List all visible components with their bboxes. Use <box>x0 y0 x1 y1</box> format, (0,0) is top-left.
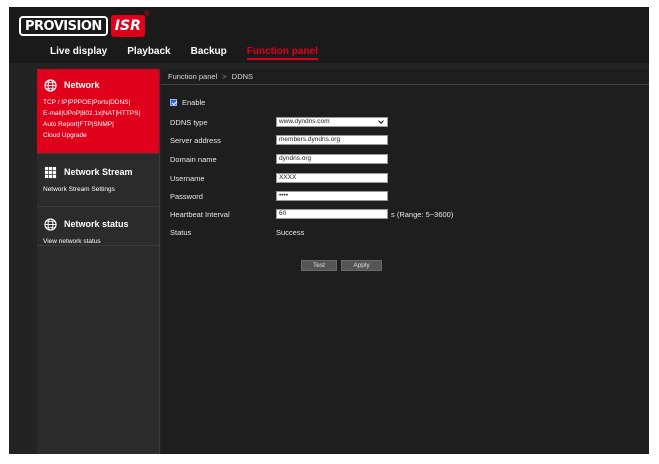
ddns-type-label: DDNS type <box>170 117 208 127</box>
breadcrumb: Function panel > DDNS <box>161 69 649 85</box>
sidebar-section-network[interactable]: Network TCP / IP|PPPOE|Ports|DDNS| E-mai… <box>37 69 159 154</box>
enable-row: Enable <box>170 98 205 107</box>
nav-playback[interactable]: Playback <box>127 46 170 60</box>
sidebar-title-network: Network <box>64 80 100 90</box>
domain-name-label: Domain name <box>170 154 217 164</box>
status-value: Success <box>276 228 305 237</box>
heartbeat-input[interactable]: 60 <box>276 209 388 219</box>
username-label: Username <box>170 173 205 183</box>
password-row: Password •••• <box>170 191 388 201</box>
enable-checkbox[interactable] <box>170 99 177 106</box>
status-label: Status <box>170 228 192 237</box>
apply-button[interactable]: Apply <box>341 260 382 271</box>
test-button[interactable]: Test <box>301 260 337 271</box>
status-row: Status Success <box>170 228 304 237</box>
heartbeat-row: Heartbeat Interval 60 s (Range: 5~3600) <box>170 209 453 219</box>
heartbeat-range-note: s (Range: 5~3600) <box>391 209 454 219</box>
username-input[interactable]: XXXX <box>276 173 388 183</box>
top-header: PROVISION ISR ® Live display Playback Ba… <box>9 7 649 63</box>
server-address-label: Server address <box>170 135 221 145</box>
breadcrumb-parent[interactable]: Function panel <box>168 72 217 81</box>
sidebar-link-autoreport-group[interactable]: Auto Report|FTP|SNMP| <box>43 119 153 130</box>
nav-live-display[interactable]: Live display <box>50 46 107 60</box>
chevron-down-icon <box>378 118 384 124</box>
sidebar-section-network-status[interactable]: Network status View network status <box>37 207 159 246</box>
sidebar-title-network-status: Network status <box>64 219 129 229</box>
globe-icon <box>43 78 57 92</box>
sidebar-header-network[interactable]: Network <box>43 78 153 92</box>
sidebar-section-network-stream[interactable]: Network Stream Network Stream Settings <box>37 154 159 207</box>
ddns-type-row: DDNS type www.dyndns.com <box>170 117 388 127</box>
globe-icon <box>43 217 57 231</box>
main-area: Network TCP / IP|PPPOE|Ports|DDNS| E-mai… <box>9 63 649 454</box>
breadcrumb-separator: > <box>222 72 227 81</box>
nav-function-panel[interactable]: Function panel <box>246 46 318 60</box>
logo-isr-text: ISR <box>110 15 145 37</box>
sidebar-header-network-status[interactable]: Network status <box>43 217 153 231</box>
domain-name-input[interactable]: dyndns.org <box>276 154 388 164</box>
logo-provision-text: PROVISION <box>19 16 108 36</box>
sidebar-link-network-stream-settings[interactable]: Network Stream Settings <box>43 184 153 195</box>
password-label: Password <box>170 191 203 201</box>
registered-mark: ® <box>144 9 150 18</box>
password-input[interactable]: •••• <box>276 191 388 201</box>
server-address-row: Server address members.dyndns.org <box>170 135 388 145</box>
server-address-input[interactable]: members.dyndns.org <box>276 135 388 145</box>
sidebar-link-email-group[interactable]: E-mail|UPnP|802.1x|NAT|HTTPS| <box>43 108 153 119</box>
enable-label: Enable <box>182 98 206 107</box>
ddns-content-panel: Function panel > DDNS Enable DDNS type w… <box>161 69 649 454</box>
sidebar: Network TCP / IP|PPPOE|Ports|DDNS| E-mai… <box>37 69 160 454</box>
ddns-type-select[interactable]: www.dyndns.com <box>276 117 388 127</box>
sidebar-link-cloud-upgrade[interactable]: Cloud Upgrade <box>43 130 153 141</box>
sidebar-title-network-stream: Network Stream <box>64 167 133 177</box>
ddns-type-value: www.dyndns.com <box>279 118 330 125</box>
nav-backup[interactable]: Backup <box>191 46 227 60</box>
heartbeat-label: Heartbeat Interval <box>170 209 230 219</box>
top-navigation: Live display Playback Backup Function pa… <box>50 46 338 60</box>
breadcrumb-current: DDNS <box>231 72 254 81</box>
sidebar-link-tcpip-group[interactable]: TCP / IP|PPPOE|Ports|DDNS| <box>43 97 153 108</box>
domain-name-row: Domain name dyndns.org <box>170 154 388 164</box>
action-buttons: Test Apply <box>301 260 382 271</box>
grid-icon <box>43 165 57 179</box>
username-row: Username XXXX <box>170 173 388 183</box>
provision-isr-logo: PROVISION ISR ® <box>19 9 150 37</box>
sidebar-link-view-network-status[interactable]: View network status <box>43 236 153 247</box>
sidebar-header-network-stream[interactable]: Network Stream <box>43 165 153 179</box>
